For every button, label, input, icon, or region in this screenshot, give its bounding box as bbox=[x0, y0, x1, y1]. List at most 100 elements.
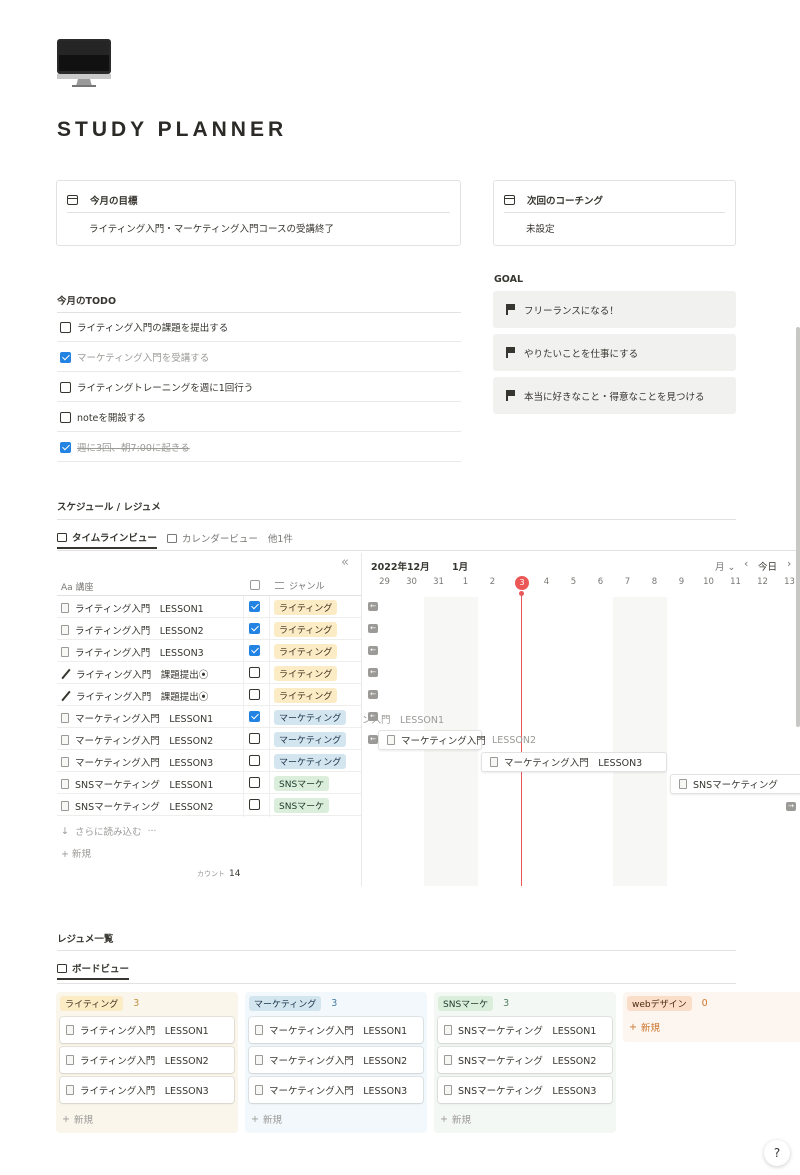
table-row[interactable]: SNSマーケティング LESSON2 SNSマーケ bbox=[57, 794, 361, 816]
board-column-header[interactable]: ライティング 3 bbox=[60, 996, 139, 1011]
timeline-bar[interactable]: SNSマーケティング bbox=[670, 774, 800, 794]
scroll-to-item-arrow[interactable]: ← bbox=[368, 602, 378, 611]
row-name[interactable]: ライティング入門 LESSON2 bbox=[61, 623, 204, 637]
collapse-table-button[interactable]: « bbox=[341, 555, 349, 570]
row-name[interactable]: ライティング入門 LESSON1 bbox=[61, 601, 204, 615]
table-row[interactable]: ライティング入門 課題提出⦿ ライティング bbox=[57, 684, 361, 706]
timeline-day-label: 7 bbox=[624, 577, 631, 587]
timeline-scale-select[interactable]: 月 ⌄ bbox=[715, 559, 736, 573]
chevron-left-icon[interactable]: ‹ bbox=[744, 557, 748, 570]
column-header-course[interactable]: Aa 講座 bbox=[61, 580, 94, 593]
scrollbar[interactable] bbox=[794, 247, 800, 807]
load-more-label: さらに読み込む bbox=[74, 827, 142, 838]
goal-item[interactable]: やりたいことを仕事にする bbox=[493, 334, 736, 371]
row-checkbox[interactable] bbox=[249, 711, 260, 722]
board-card[interactable]: ライティング入門 LESSON1 bbox=[60, 1017, 234, 1043]
page-title: STUDY PLANNER bbox=[57, 118, 288, 141]
table-row[interactable]: マーケティング入門 LESSON1 マーケティング bbox=[57, 706, 361, 728]
pencil-icon bbox=[61, 691, 71, 701]
timeline-bar[interactable]: マーケティング入門 bbox=[378, 730, 486, 750]
scroll-to-item-arrow[interactable]: ← bbox=[368, 735, 378, 744]
timeline-bar[interactable]: マーケティング入門 LESSON3 bbox=[481, 752, 667, 772]
todo-label[interactable]: noteを開設する bbox=[77, 410, 146, 424]
todo-label[interactable]: ライティングトレーニングを週に1回行う bbox=[77, 380, 253, 394]
scroll-to-item-arrow[interactable]: ← bbox=[368, 690, 378, 699]
table-row[interactable]: ライティング入門 LESSON3 ライティング bbox=[57, 640, 361, 662]
timeline-bar-label-ghost: LESSON2 bbox=[492, 735, 536, 746]
todo-checkbox[interactable] bbox=[60, 441, 71, 453]
board-card[interactable]: マーケティング入門 LESSON2 bbox=[249, 1047, 423, 1073]
row-name[interactable]: マーケティング入門 LESSON1 bbox=[61, 711, 213, 725]
row-name[interactable]: ライティング入門 課題提出⦿ bbox=[61, 689, 208, 703]
scroll-to-item-arrow[interactable]: ← bbox=[368, 646, 378, 655]
scroll-to-item-arrow[interactable]: ← bbox=[368, 668, 378, 677]
document-icon bbox=[66, 1055, 74, 1065]
todo-label[interactable]: ライティング入門の課題を提出する bbox=[77, 320, 228, 334]
board-column: ライティング 3 ライティング入門 LESSON1 ライティング入門 LESSON2 ラ… bbox=[56, 992, 238, 1133]
todo-checkbox[interactable] bbox=[60, 411, 71, 423]
board-card[interactable]: ライティング入門 LESSON2 bbox=[60, 1047, 234, 1073]
row-checkbox[interactable] bbox=[249, 755, 260, 766]
todo-checkbox[interactable] bbox=[60, 351, 71, 363]
board-card[interactable]: SNSマーケティング LESSON1 bbox=[438, 1017, 612, 1043]
row-name[interactable]: マーケティング入門 LESSON2 bbox=[61, 733, 213, 747]
board-column-header[interactable]: SNSマーケ 3 bbox=[438, 996, 509, 1011]
load-more-button[interactable]: ↓ さらに読み込む ··· bbox=[61, 824, 157, 839]
tab-more-views[interactable]: 他1件 bbox=[268, 527, 293, 549]
row-name[interactable]: SNSマーケティング LESSON1 bbox=[61, 777, 213, 791]
board-new-button[interactable]: + 新規 bbox=[251, 1112, 282, 1127]
row-checkbox[interactable] bbox=[249, 689, 260, 700]
board-card[interactable]: マーケティング入門 LESSON3 bbox=[249, 1077, 423, 1103]
board-card[interactable]: SNSマーケティング LESSON3 bbox=[438, 1077, 612, 1103]
new-row-button[interactable]: + 新規 bbox=[61, 846, 91, 860]
board-card[interactable]: SNSマーケティング LESSON2 bbox=[438, 1047, 612, 1073]
todo-label[interactable]: マーケティング入門を受講する bbox=[77, 350, 209, 364]
todo-checkbox[interactable] bbox=[60, 381, 71, 393]
tab-label: カレンダービュー bbox=[181, 534, 258, 545]
row-checkbox[interactable] bbox=[249, 777, 260, 788]
tab-board-view[interactable]: ボードビュー bbox=[57, 958, 130, 980]
goal-item[interactable]: 本当に好きなこと・得意なことを見つける bbox=[493, 377, 736, 414]
resume-view-tabs: ボードビュー bbox=[57, 958, 139, 980]
board-card[interactable]: マーケティング入門 LESSON1 bbox=[249, 1017, 423, 1043]
goal-item[interactable]: フリーランスになる！ bbox=[493, 291, 736, 328]
column-header-genre[interactable]: ジャンル bbox=[275, 579, 325, 592]
row-checkbox[interactable] bbox=[249, 733, 260, 744]
scroll-to-item-arrow[interactable]: ← bbox=[368, 624, 378, 633]
todo-checkbox[interactable] bbox=[60, 321, 71, 333]
table-row[interactable]: ライティング入門 課題提出⦿ ライティング bbox=[57, 662, 361, 684]
board-card[interactable]: ライティング入門 LESSON3 bbox=[60, 1077, 234, 1103]
todo-label[interactable]: 週に3回、朝7:00に起きる bbox=[77, 440, 190, 454]
table-row[interactable]: ライティング入門 LESSON1 ライティング bbox=[57, 596, 361, 618]
board-column-header[interactable]: webデザイン 0 bbox=[627, 996, 708, 1011]
monthly-goal-title: 今月の目標 bbox=[90, 195, 138, 207]
row-name[interactable]: ライティング入門 課題提出⦿ bbox=[61, 667, 208, 681]
row-name[interactable]: SNSマーケティング LESSON2 bbox=[61, 799, 213, 813]
row-name[interactable]: ライティング入門 LESSON3 bbox=[61, 645, 204, 659]
document-icon bbox=[444, 1025, 452, 1035]
row-checkbox[interactable] bbox=[249, 667, 260, 678]
help-button[interactable]: ? bbox=[764, 1140, 790, 1166]
checkbox-column-icon[interactable] bbox=[250, 580, 260, 590]
table-row[interactable]: マーケティング入門 LESSON2 マーケティング bbox=[57, 728, 361, 750]
board-column-header[interactable]: マーケティング 3 bbox=[249, 996, 337, 1011]
today-button[interactable]: 今日 bbox=[758, 559, 777, 573]
board-card-title: ライティング入門 LESSON3 bbox=[80, 1086, 209, 1097]
tab-timeline-view[interactable]: タイムラインビュー bbox=[57, 527, 157, 549]
table-row[interactable]: ライティング入門 LESSON2 ライティング bbox=[57, 618, 361, 640]
board-new-button[interactable]: + 新規 bbox=[629, 1020, 660, 1035]
row-checkbox[interactable] bbox=[249, 645, 260, 656]
tab-calendar-view[interactable]: カレンダービュー bbox=[166, 527, 258, 549]
chevron-right-icon[interactable]: › bbox=[787, 557, 791, 570]
row-name[interactable]: マーケティング入門 LESSON3 bbox=[61, 755, 213, 769]
board-card-title: マーケティング入門 LESSON3 bbox=[269, 1086, 408, 1097]
board-column-tag: webデザイン bbox=[627, 996, 692, 1011]
board-new-button[interactable]: + 新規 bbox=[62, 1112, 93, 1127]
table-row[interactable]: SNSマーケティング LESSON1 SNSマーケ bbox=[57, 772, 361, 794]
board-new-button[interactable]: + 新規 bbox=[440, 1112, 471, 1127]
desktop-computer-icon[interactable] bbox=[56, 38, 112, 88]
row-checkbox[interactable] bbox=[249, 601, 260, 612]
row-checkbox[interactable] bbox=[249, 623, 260, 634]
row-checkbox[interactable] bbox=[249, 799, 260, 810]
table-row[interactable]: マーケティング入門 LESSON3 マーケティング bbox=[57, 750, 361, 772]
